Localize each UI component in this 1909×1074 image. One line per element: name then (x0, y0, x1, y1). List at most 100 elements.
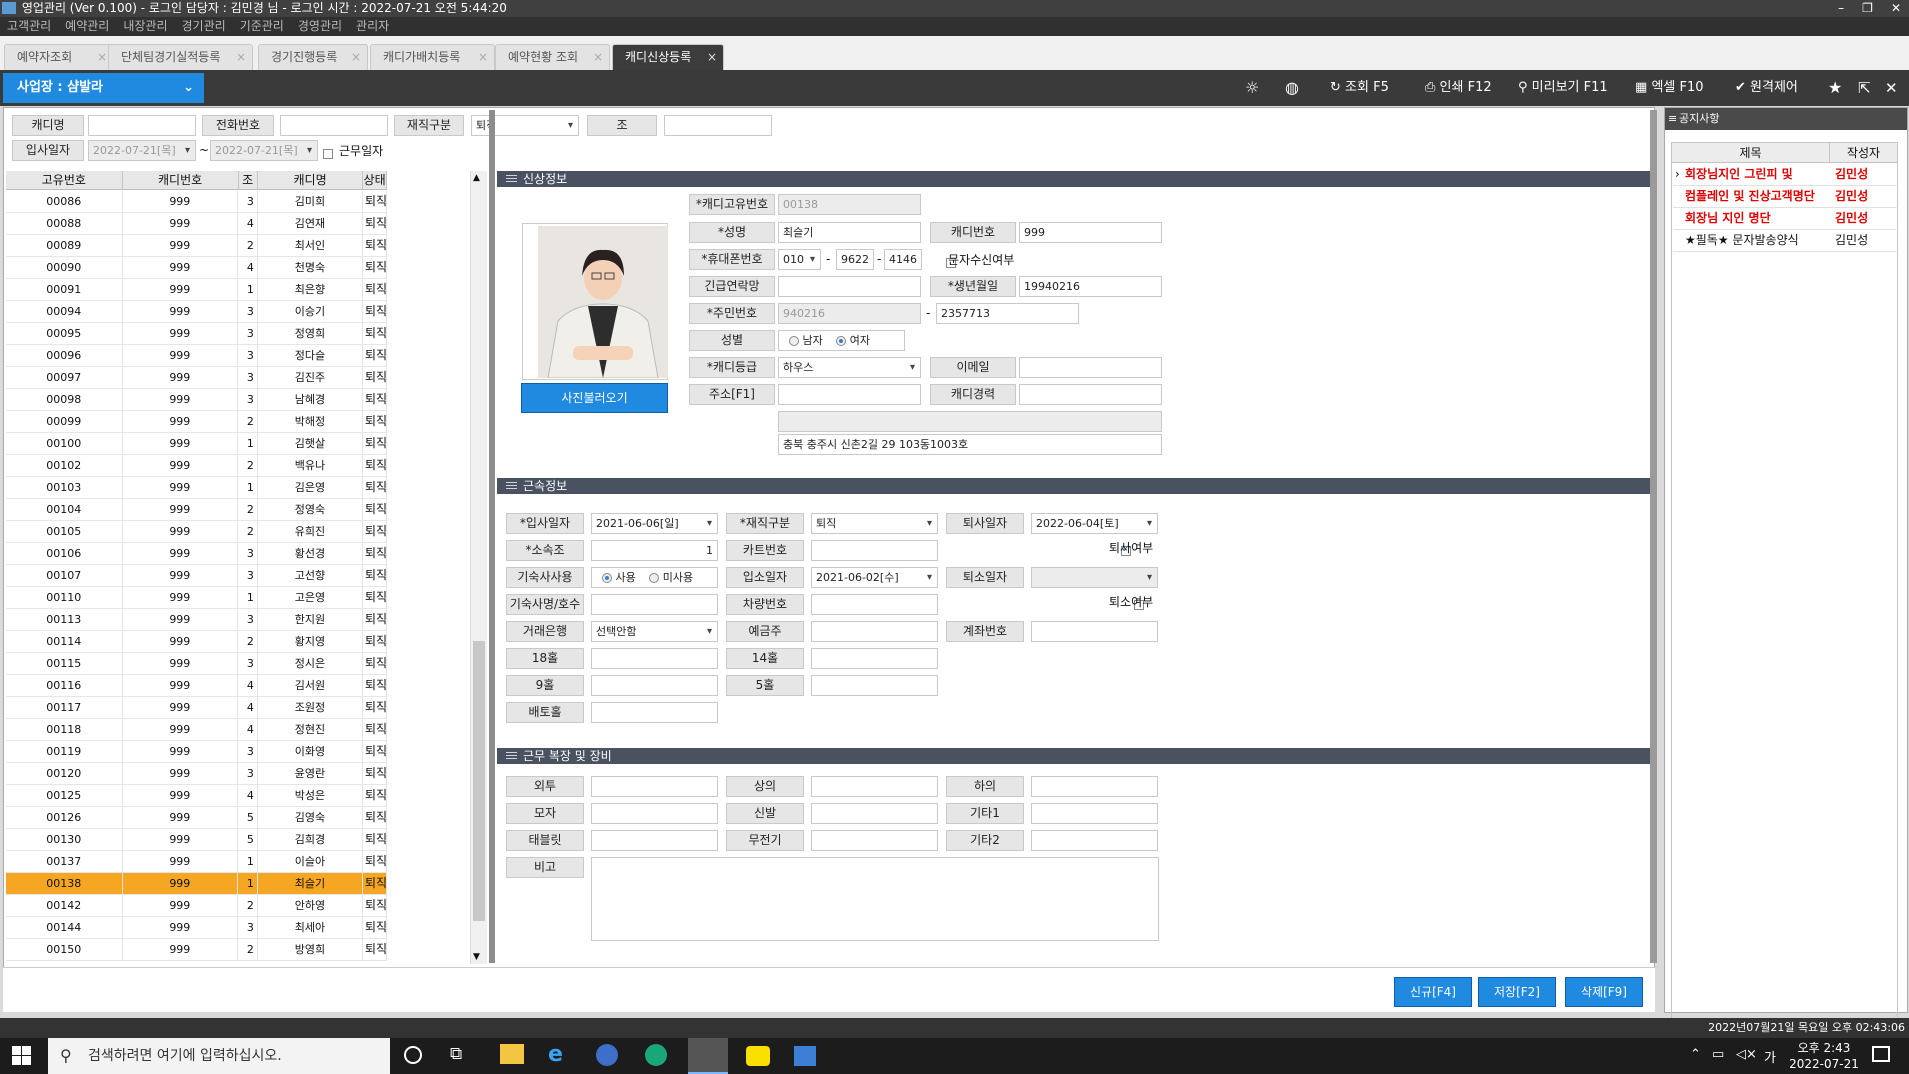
col-group-header[interactable]: 조 (239, 171, 258, 189)
radio-input[interactable] (811, 830, 938, 851)
col-id-header[interactable]: 고유번호 (6, 171, 123, 189)
close-icon[interactable]: × (97, 45, 107, 69)
clock[interactable]: 오후 2:43 2022-07-21 (1788, 1040, 1860, 1072)
col-name-header[interactable]: 캐디명 (258, 171, 364, 189)
table-row[interactable]: 00097 999 3 김진주 퇴직 (6, 367, 387, 389)
table-row[interactable]: 00126 999 5 김영숙 퇴직 (6, 807, 387, 829)
table-row[interactable]: 00089 999 2 최서인 퇴직 (6, 235, 387, 257)
scroll-thumb[interactable] (473, 641, 485, 921)
baeto-input[interactable] (591, 702, 718, 723)
table-row[interactable]: 00125 999 4 박성은 퇴직 (6, 785, 387, 807)
group-input[interactable] (664, 115, 772, 136)
close-window-icon[interactable]: ✕ (1885, 70, 1898, 106)
career-input[interactable] (1019, 384, 1162, 405)
volume-icon[interactable]: ◁× (1736, 1047, 1757, 1062)
table-row[interactable]: 00117 999 4 조원정 퇴직 (6, 697, 387, 719)
status-select[interactable]: 퇴직 (471, 115, 579, 136)
table-row[interactable]: 00099 999 2 박해정 퇴직 (6, 411, 387, 433)
menu-customer[interactable]: 고객관리 (0, 17, 58, 36)
business-select[interactable]: 사업장 : 샴발라 ⌄ (3, 73, 204, 103)
windows-start-icon[interactable] (12, 1046, 32, 1066)
bank-select[interactable]: 선택안함 (591, 621, 718, 642)
tablet-input[interactable] (591, 830, 718, 851)
tab-group-record[interactable]: 단체팀경기실적등록 × (108, 44, 253, 70)
hole9-input[interactable] (591, 675, 718, 696)
network-icon[interactable]: ▭ (1712, 1047, 1724, 1062)
address-line2-input[interactable]: 충북 충주시 신촌2길 29 103동1003호 (778, 434, 1162, 455)
dorm-name-input[interactable] (591, 594, 718, 615)
table-row[interactable]: 00091 999 1 최은향 퇴직 (6, 279, 387, 301)
notification-icon[interactable] (1872, 1046, 1890, 1062)
print-button[interactable]: ⎙ 인쇄 F12 (1425, 70, 1492, 106)
taskbar-search[interactable]: ⚲ 검색하려면 여기에 입력하십시오. (48, 1038, 390, 1074)
menu-standard[interactable]: 기준관리 (233, 17, 291, 36)
weather-icon[interactable]: ☼ (1245, 70, 1259, 106)
mobile-last-input[interactable]: 4146 (884, 249, 922, 270)
birth-input[interactable]: 19940216 (1019, 276, 1162, 297)
menu-game[interactable]: 경기관리 (175, 17, 233, 36)
hole5-input[interactable] (811, 675, 938, 696)
table-row[interactable]: 00094 999 3 이승기 퇴직 (6, 301, 387, 323)
table-row[interactable]: 00116 999 4 김서원 퇴직 (6, 675, 387, 697)
table-row[interactable]: 00138 999 1 최슬기 퇴직 (6, 873, 387, 895)
table-row[interactable]: 00120 999 3 윤영란 퇴직 (6, 763, 387, 785)
holder-input[interactable] (811, 621, 938, 642)
leave-date-input[interactable]: 2022-06-04[토] (1031, 513, 1158, 534)
zip-input[interactable] (778, 384, 921, 405)
table-row[interactable]: 00100 999 1 김햇살 퇴직 (6, 433, 387, 455)
etc2-input[interactable] (1031, 830, 1158, 851)
dorm-nouse-radio[interactable] (649, 573, 660, 583)
menu-visit[interactable]: 내장관리 (116, 17, 174, 36)
car-input[interactable] (811, 594, 938, 615)
mobile-mid-input[interactable]: 9622 (836, 249, 874, 270)
close-button[interactable]: ✕ (1891, 0, 1901, 17)
menu-management[interactable]: 경영관리 (291, 17, 349, 36)
scroll-up-icon[interactable]: ▲ (473, 173, 480, 183)
tab-caddy-assign[interactable]: 캐디가배치등록 × (370, 44, 495, 70)
table-row[interactable]: 00095 999 3 정영희 퇴직 (6, 323, 387, 345)
notice-row[interactable]: 회장님지인 그린피 및 김민성 › (1673, 164, 1898, 186)
table-row[interactable]: 00118 999 4 정현진 퇴직 (6, 719, 387, 741)
gender-male-radio[interactable] (789, 336, 799, 346)
close-icon[interactable]: × (351, 45, 361, 69)
remote-app-icon[interactable] (596, 1044, 618, 1066)
address-line1-input[interactable] (778, 411, 1162, 432)
emergency-input[interactable] (778, 276, 921, 297)
excel-button[interactable]: ▦ 엑셀 F10 (1635, 70, 1704, 106)
caddy-name-input[interactable] (88, 115, 196, 136)
table-row[interactable]: 00130 999 5 김희경 퇴직 (6, 829, 387, 851)
gender-female-radio[interactable] (836, 336, 847, 346)
kakaotalk-icon[interactable] (746, 1046, 770, 1066)
mobile-prefix-select[interactable]: 010 (778, 249, 821, 270)
close-icon[interactable]: × (707, 45, 717, 69)
table-row[interactable]: 00150 999 2 방영희 퇴직 (6, 939, 387, 961)
phone-input[interactable] (280, 115, 388, 136)
table-row[interactable]: 00119 999 3 이화영 퇴직 (6, 741, 387, 763)
rrn-front-input[interactable]: 940216 (778, 303, 921, 324)
table-row[interactable]: 00115 999 3 정시은 퇴직 (6, 653, 387, 675)
cart-input[interactable] (811, 540, 938, 561)
splitter[interactable] (489, 110, 495, 963)
name-input[interactable]: 최슬기 (778, 222, 921, 243)
maximize-button[interactable]: ❐ (1862, 0, 1873, 17)
etc1-input[interactable] (1031, 803, 1158, 824)
dorm-use-radio[interactable] (602, 573, 612, 583)
account-input[interactable] (1031, 621, 1158, 642)
ie-icon[interactable]: e (548, 1042, 563, 1067)
bottom-input[interactable] (1031, 776, 1158, 797)
outer-input[interactable] (591, 776, 718, 797)
popout-icon[interactable]: ⇱ (1858, 70, 1871, 106)
hat-input[interactable] (591, 803, 718, 824)
shoes-input[interactable] (811, 803, 938, 824)
tab-caddy-profile[interactable]: 캐디신상등록 × (612, 44, 724, 70)
date-from-input[interactable]: 2022-07-21[목] (88, 140, 196, 161)
close-icon[interactable]: × (478, 45, 488, 69)
table-row[interactable]: 00114 999 2 황지영 퇴직 (6, 631, 387, 653)
date-to-input[interactable]: 2022-07-21[목] (210, 140, 318, 161)
col-no-header[interactable]: 캐디번호 (123, 171, 239, 189)
search-button[interactable]: ↻ 조회 F5 (1330, 70, 1389, 106)
file-explorer-icon[interactable] (500, 1044, 524, 1064)
remote-control-button[interactable]: ✔ 원격제어 (1735, 70, 1798, 106)
tab-reservation-search[interactable]: 예약자조회 × (4, 44, 114, 70)
rrn-back-input[interactable]: 2357713 (936, 303, 1079, 324)
